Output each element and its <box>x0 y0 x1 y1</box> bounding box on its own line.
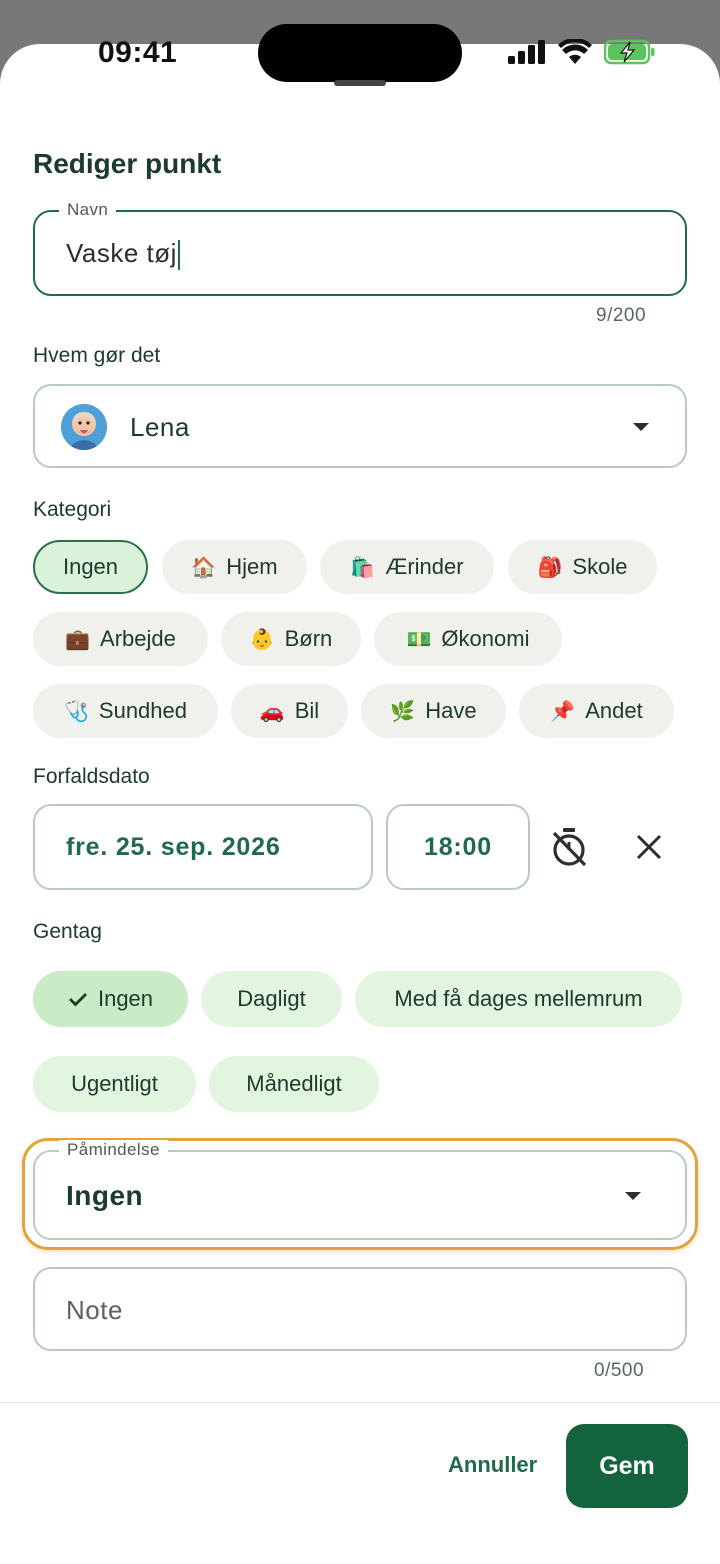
chip-label: Andet <box>585 698 643 723</box>
assignee-dropdown[interactable]: Lena <box>33 384 687 468</box>
house-icon: 🏠 <box>191 556 217 579</box>
chip-label: Ærinder <box>385 554 464 579</box>
money-icon: 💵 <box>406 628 432 651</box>
category-chip-bil[interactable]: 🚗 Bil <box>231 684 348 738</box>
category-chip-arbejde[interactable]: 💼 Arbejde <box>33 612 208 666</box>
repeat-option-interval[interactable]: Med få dages mellemrum <box>355 971 682 1027</box>
chevron-down-icon <box>625 1192 641 1200</box>
status-time: 09:41 <box>98 36 178 69</box>
repeat-option-label: Ingen <box>97 986 154 1011</box>
dynamic-island <box>258 24 462 82</box>
chip-label: Bil <box>294 698 320 723</box>
chip-label: Skole <box>572 554 628 579</box>
avatar <box>61 404 107 450</box>
category-chip-have[interactable]: 🌿 Have <box>361 684 506 738</box>
assignee-value: Lena <box>130 412 190 442</box>
briefcase-icon: 💼 <box>65 628 91 651</box>
chip-label: Hjem <box>226 554 278 579</box>
action-divider <box>0 1402 720 1403</box>
close-icon <box>636 834 662 860</box>
category-label: Kategori <box>33 498 112 521</box>
text-caret <box>177 240 180 271</box>
due-time-button[interactable]: 18:00 <box>386 804 530 890</box>
category-chip-skole[interactable]: 🎒 Skole <box>508 540 657 594</box>
repeat-option-dagligt[interactable]: Dagligt <box>201 971 342 1027</box>
repeat-option-ugentligt[interactable]: Ugentligt <box>33 1056 196 1112</box>
check-icon <box>68 993 87 1007</box>
timer-off-button[interactable] <box>544 822 594 872</box>
wifi-icon <box>558 39 592 64</box>
island-indicator <box>334 80 386 86</box>
repeat-option-label: Månedligt <box>246 1071 342 1096</box>
cancel-button[interactable]: Annuller <box>448 1452 537 1478</box>
dialog-title: Rediger punkt <box>33 148 222 179</box>
category-chip-born[interactable]: 👶 Børn <box>221 612 361 666</box>
note-char-counter: 0/500 <box>594 1360 645 1381</box>
due-date-label: Forfaldsdato <box>33 765 150 788</box>
repeat-option-ingen[interactable]: Ingen <box>33 971 188 1027</box>
herb-icon: 🌿 <box>390 700 416 723</box>
category-chip-aerinder[interactable]: 🛍️ Ærinder <box>320 540 494 594</box>
repeat-option-manedligt[interactable]: Månedligt <box>209 1056 379 1112</box>
assignee-label: Hvem gør det <box>33 344 161 367</box>
due-date-value: fre. 25. sep. 2026 <box>66 832 281 861</box>
note-placeholder: Note <box>66 1295 123 1325</box>
chip-label: Ingen <box>62 554 119 579</box>
reminder-value: Ingen <box>66 1180 144 1211</box>
repeat-option-label: Ugentligt <box>71 1071 158 1096</box>
chip-label: Arbejde <box>100 626 176 651</box>
chip-label: Børn <box>284 626 333 651</box>
due-date-button[interactable]: fre. 25. sep. 2026 <box>33 804 373 890</box>
chip-label: Økonomi <box>441 626 530 651</box>
name-char-counter: 9/200 <box>596 305 647 326</box>
reminder-dropdown[interactable]: Påmindelse Ingen <box>33 1140 687 1240</box>
repeat-option-label: Med få dages mellemrum <box>394 986 643 1011</box>
reminder-label: Påmindelse <box>59 1140 168 1160</box>
chip-label: Have <box>425 698 477 723</box>
baby-icon: 👶 <box>249 628 275 651</box>
category-chip-okonomi[interactable]: 💵 Økonomi <box>374 612 562 666</box>
name-field-label: Navn <box>59 200 117 220</box>
repeat-label: Gentag <box>33 920 102 943</box>
name-field[interactable]: Navn Vaske tøj <box>33 200 687 296</box>
save-button[interactable]: Gem <box>566 1424 688 1508</box>
name-field-value: Vaske tøj <box>66 238 177 268</box>
timer-off-icon <box>552 828 587 867</box>
category-chip-andet[interactable]: 📌 Andet <box>519 684 674 738</box>
stethoscope-icon: 🩺 <box>64 700 89 723</box>
clear-due-date-button[interactable] <box>624 822 674 872</box>
category-chip-hjem[interactable]: 🏠 Hjem <box>162 540 307 594</box>
note-field[interactable]: Note <box>33 1267 687 1351</box>
chip-label: Sundhed <box>98 698 187 723</box>
car-icon: 🚗 <box>259 700 285 723</box>
status-icons <box>508 38 656 66</box>
battery-charging-icon <box>604 39 655 65</box>
pushpin-icon: 📌 <box>550 700 576 723</box>
chevron-down-icon <box>633 423 649 431</box>
category-chip-ingen[interactable]: Ingen <box>33 540 148 594</box>
repeat-option-label: Dagligt <box>237 986 306 1011</box>
cellular-signal-icon <box>508 40 545 64</box>
category-chip-sundhed[interactable]: 🩺 Sundhed <box>33 684 218 738</box>
backpack-icon: 🎒 <box>537 556 563 579</box>
due-time-value: 18:00 <box>424 832 492 861</box>
shopping-bags-icon: 🛍️ <box>350 556 376 579</box>
